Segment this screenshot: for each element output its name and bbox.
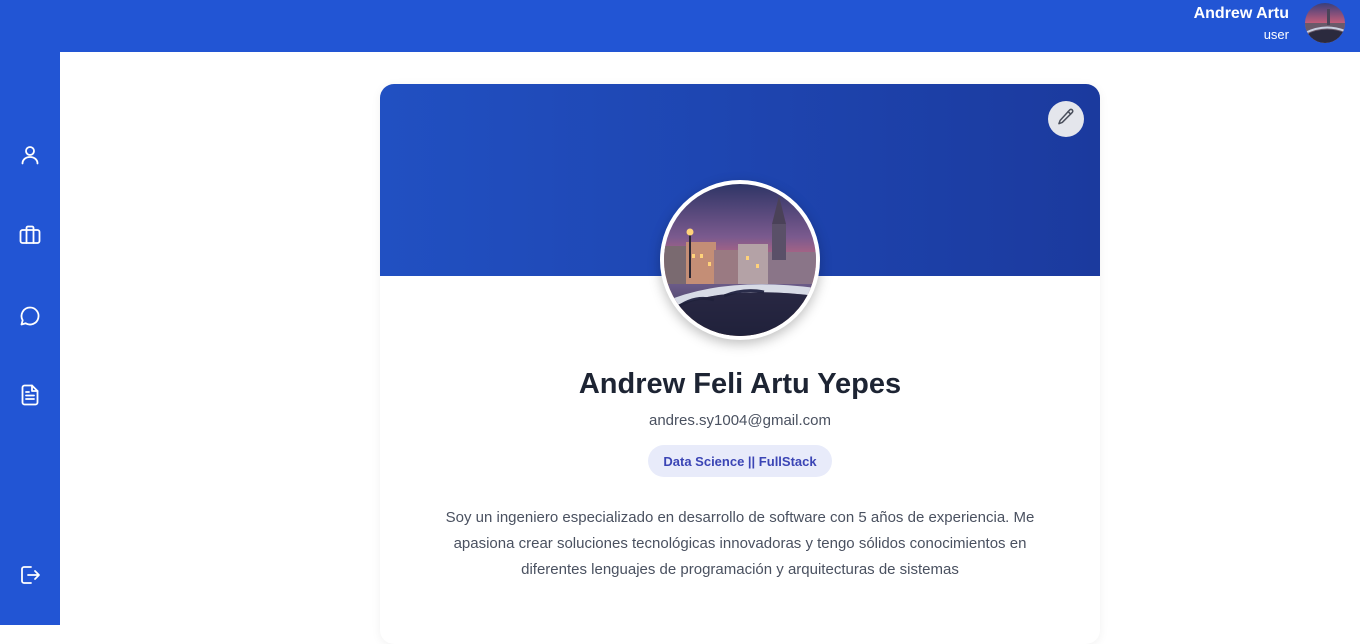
profile-tag-badge: Data Science || FullStack [648,445,832,477]
user-icon[interactable] [18,143,42,167]
pencil-icon [1056,107,1076,132]
edit-profile-button[interactable] [1048,101,1084,137]
chat-icon[interactable] [18,304,42,328]
user-role: user [1263,27,1289,42]
top-bar: Andrew Artu user [0,0,1360,52]
document-icon[interactable] [18,383,42,407]
user-info[interactable]: Andrew Artu user [1194,5,1289,43]
user-name: Andrew Artu [1193,5,1289,22]
profile-card: Andrew Feli Artu Yepes andres.sy1004@gma… [380,84,1100,644]
avatar[interactable] [1305,3,1345,43]
profile-full-name: Andrew Feli Artu Yepes [578,368,902,400]
profile-photo [660,180,820,340]
briefcase-icon[interactable] [18,223,42,247]
logout-icon[interactable] [18,563,42,587]
profile-bio: Soy un ingeniero especializado en desarr… [445,509,1035,578]
sidebar [0,52,60,625]
profile-email: andres.sy1004@gmail.com [649,412,831,429]
